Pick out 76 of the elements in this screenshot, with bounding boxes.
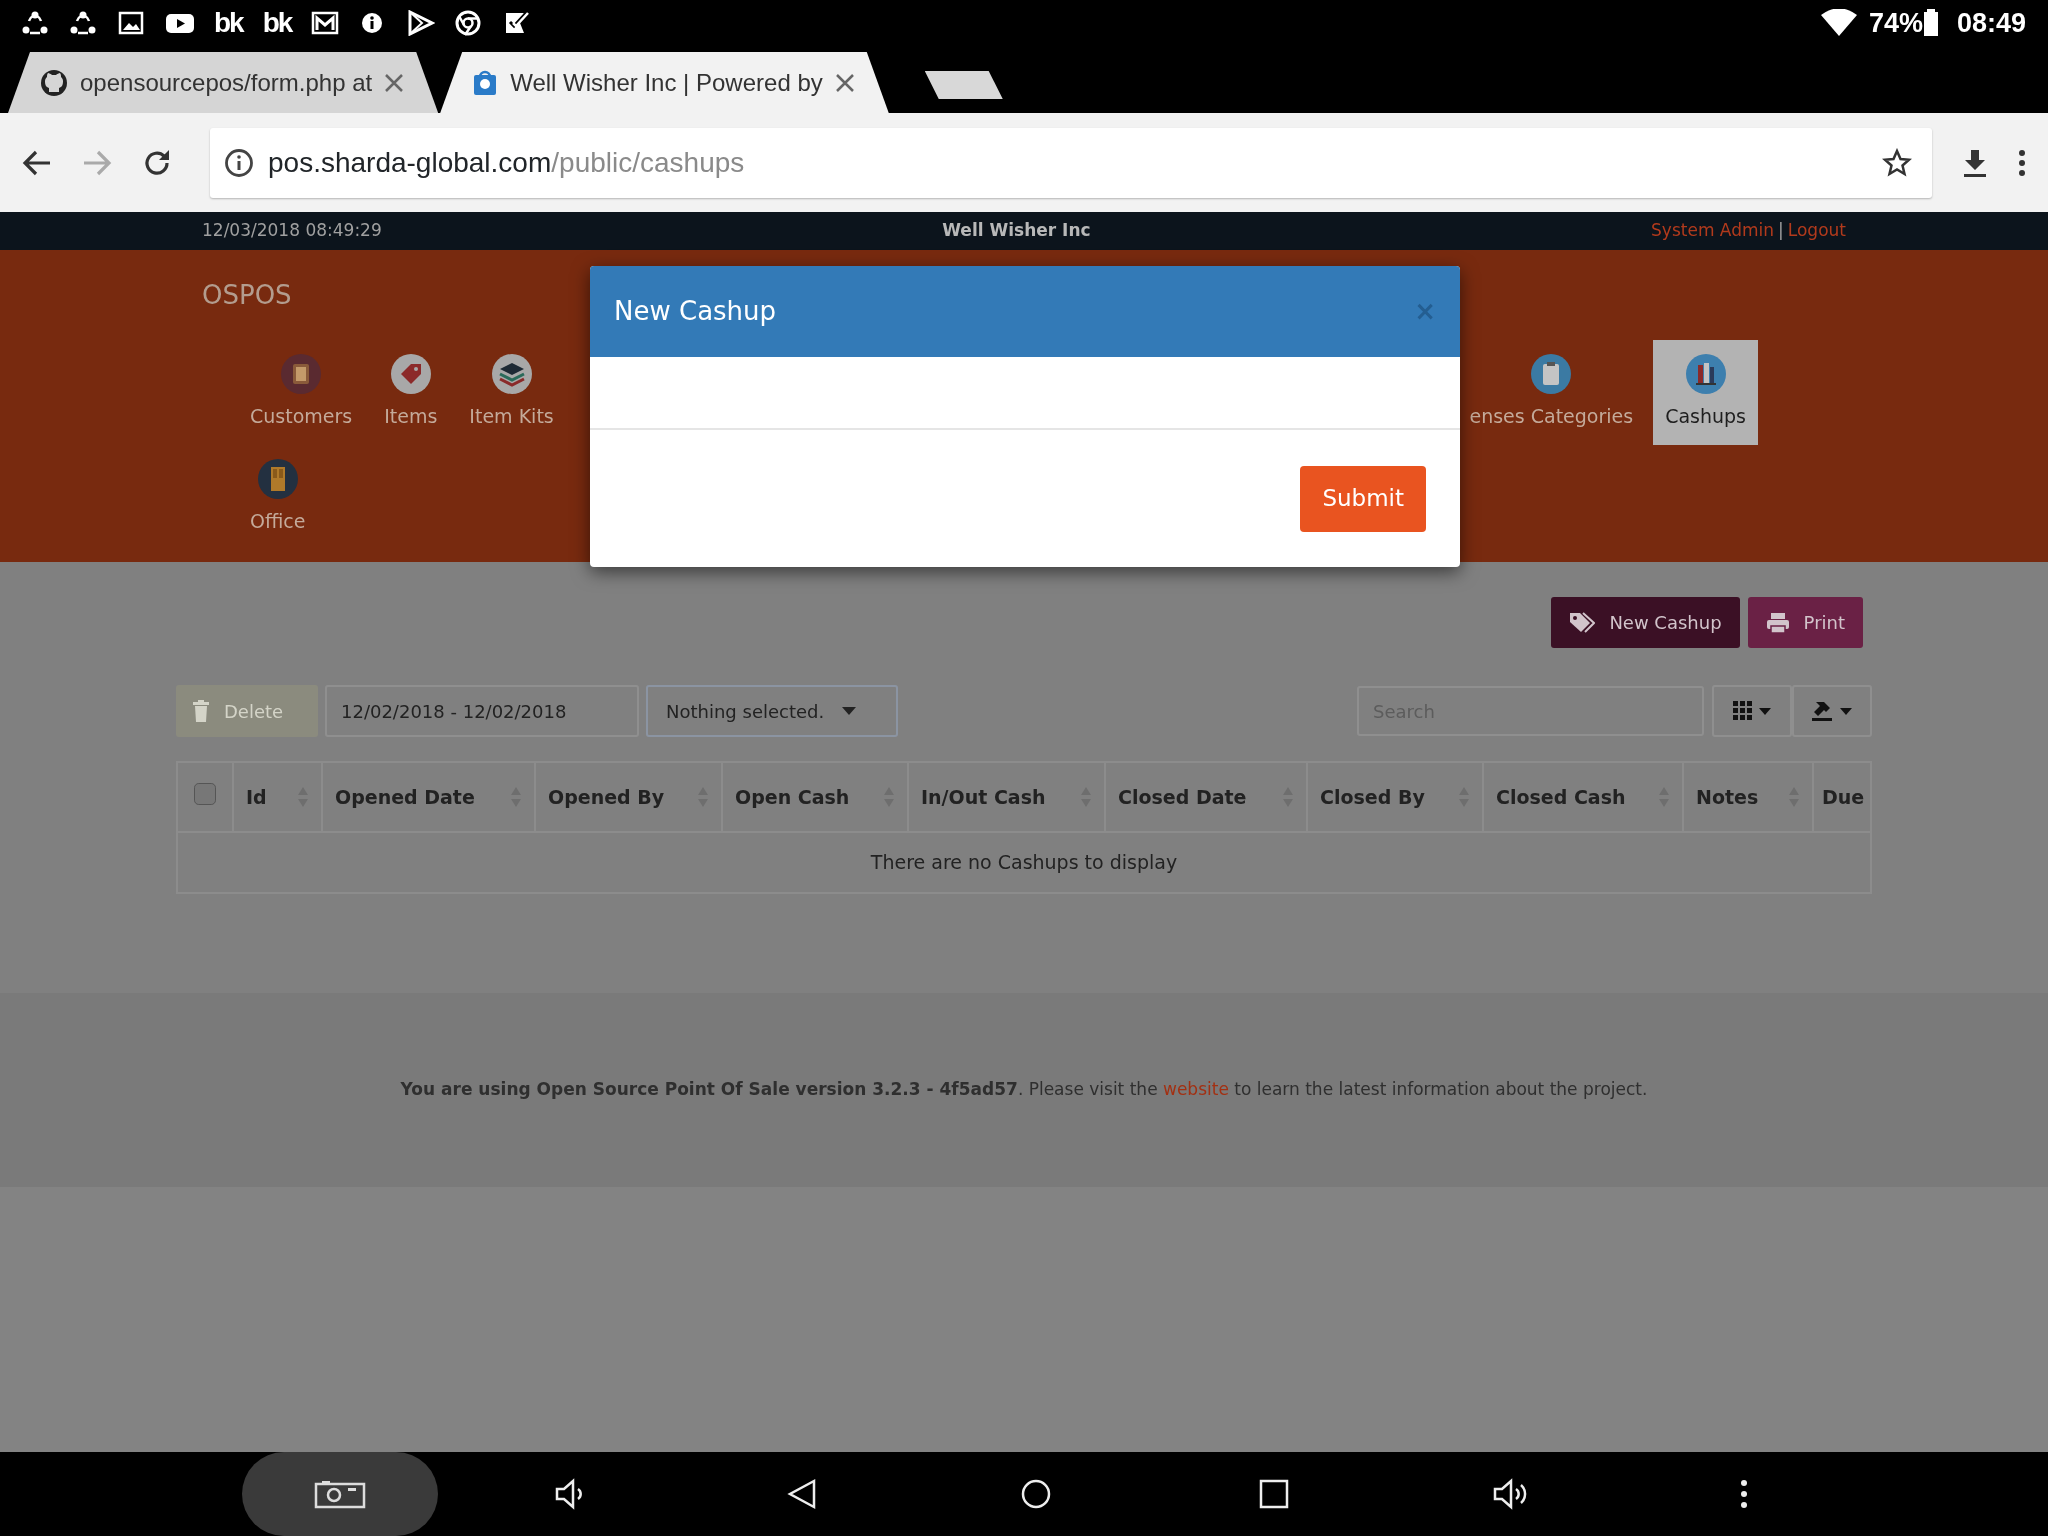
back-icon[interactable] [786, 1478, 818, 1510]
module-link[interactable]: Customers [238, 340, 365, 445]
battery-level: 74% [1868, 6, 1923, 40]
column-header[interactable]: Closed Date [1118, 782, 1247, 812]
site-icon [40, 68, 68, 97]
new-cashup-button[interactable]: New Cashup [1551, 597, 1740, 648]
browser-tab[interactable]: opensourcepos/form.php at [8, 52, 439, 113]
notification-text: bk [262, 6, 292, 40]
clipboard-icon [1531, 354, 1572, 394]
info-icon [224, 147, 254, 178]
wifi-icon [1818, 9, 1859, 37]
sync-icon [22, 10, 50, 36]
caret-icon [842, 707, 857, 715]
column-header[interactable]: Due [1822, 782, 1865, 812]
modal-title: New Cashup [614, 295, 777, 328]
more-icon[interactable] [1740, 1479, 1748, 1509]
close-icon[interactable] [834, 72, 855, 93]
address-field[interactable]: pos.sharda-global.com/public/cashups [210, 127, 1932, 198]
books-icon [1685, 354, 1726, 394]
back-icon[interactable] [22, 148, 52, 177]
sync-icon [70, 10, 98, 36]
battery-icon [1922, 9, 1939, 37]
column-header[interactable]: Closed By [1320, 782, 1425, 812]
date-range-field[interactable]: 12/02/2018 - 12/02/2018 [325, 685, 639, 737]
company-name: Well Wisher Inc [941, 219, 1092, 243]
column-header[interactable]: Closed Cash [1496, 782, 1626, 812]
image-icon [118, 10, 146, 36]
module-link[interactable]: Office [238, 444, 318, 549]
separator: | [1778, 219, 1784, 243]
layers-icon [491, 354, 532, 394]
print-button[interactable]: Print [1747, 597, 1863, 648]
home-icon[interactable] [1020, 1478, 1052, 1510]
select-all-checkbox[interactable] [194, 782, 216, 805]
browser-tab[interactable]: Well Wisher Inc | Powered by [440, 52, 889, 113]
user-link[interactable]: System Admin [1651, 218, 1775, 244]
clock: 08:49 [1956, 6, 2026, 40]
column-header[interactable]: Id [246, 782, 267, 812]
close-icon[interactable] [384, 72, 405, 93]
module-link[interactable]: Item Kits [457, 340, 566, 445]
tab-title: opensourcepos/form.php at [80, 67, 373, 98]
caret-icon [1759, 707, 1771, 715]
module-link[interactable]: Items [372, 340, 450, 445]
trash-icon [192, 700, 210, 722]
mail-icon [311, 10, 340, 36]
column-header[interactable]: Notes [1696, 782, 1759, 812]
logout-link[interactable]: Logout [1787, 218, 1846, 244]
export-icon [1812, 700, 1834, 722]
caret-icon [1840, 707, 1852, 715]
column-header[interactable]: In/Out Cash [921, 782, 1046, 812]
columns-button[interactable] [1712, 685, 1792, 737]
column-header[interactable]: Opened Date [335, 782, 475, 812]
date-time: 12/03/2018 08:49:29 [202, 219, 382, 243]
export-button[interactable] [1792, 685, 1872, 737]
submit-button[interactable]: Submit [1300, 465, 1426, 532]
empty-message: There are no Cashups to display [870, 851, 1178, 874]
column-header[interactable]: Open Cash [735, 782, 850, 812]
menu-icon[interactable] [2018, 148, 2026, 177]
notification-text: bk [214, 6, 243, 40]
tag-icon [390, 354, 431, 394]
address-book-icon [281, 354, 322, 394]
column-header[interactable]: Opened By [548, 782, 665, 812]
module-link[interactable]: Cashups [1653, 340, 1758, 445]
recents-icon[interactable] [1258, 1478, 1290, 1510]
printer-icon [1765, 611, 1790, 634]
tags-icon [1569, 611, 1596, 634]
footer-text: You are using Open Source Point Of Sale version 3.2.3 - 4f5ad57. Please visit the website to learn the latest information about the project. [400, 1078, 1648, 1102]
star-icon[interactable] [1882, 147, 1912, 178]
door-icon [257, 458, 298, 499]
download-icon[interactable] [1962, 147, 1988, 178]
play-triangle-icon [407, 10, 436, 36]
tab-title: Well Wisher Inc | Powered by [510, 67, 823, 98]
check-icon [503, 10, 532, 36]
camera-icon [314, 1479, 366, 1509]
site-icon [472, 68, 499, 97]
filter-dropdown[interactable]: Nothing selected. [646, 685, 898, 737]
grid-icon [1733, 701, 1753, 721]
